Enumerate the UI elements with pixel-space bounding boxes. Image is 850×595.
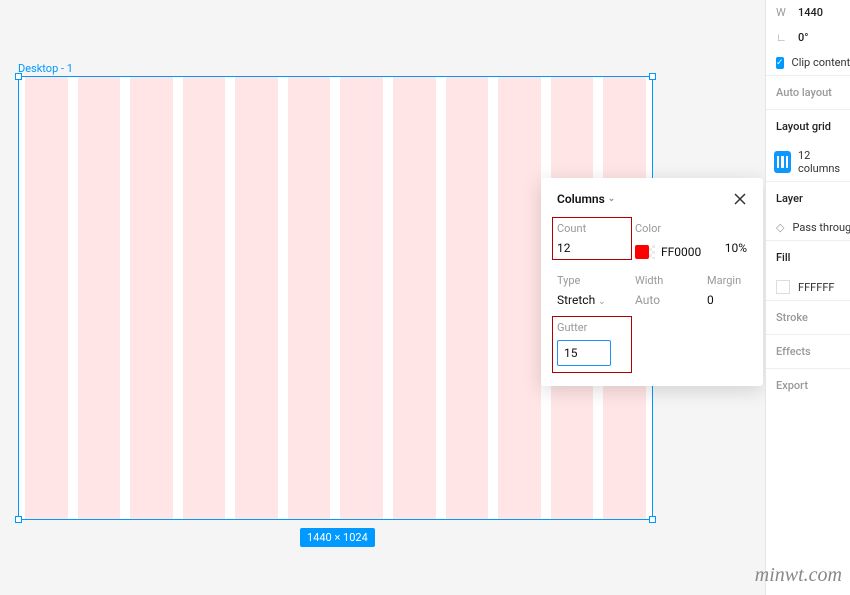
color-opacity-value: 10%	[725, 241, 747, 255]
layoutgrid-item[interactable]: 12 columns	[766, 143, 850, 181]
grid-column	[498, 77, 541, 519]
grid-column	[25, 77, 68, 519]
frame-label[interactable]: Desktop - 1	[18, 62, 73, 75]
watermark: minwt.com	[755, 564, 842, 587]
clip-content-row[interactable]: ✓ Clip content	[766, 50, 850, 75]
color-swatch	[635, 245, 649, 259]
grid-column	[446, 77, 489, 519]
resize-handle-top-left[interactable]	[15, 73, 22, 80]
opacity-checker-icon	[649, 245, 655, 259]
grid-column	[340, 77, 383, 519]
fill-hex: FFFFFF	[798, 281, 834, 294]
layoutgrid-section-title: Layout grid	[766, 109, 850, 143]
grid-column	[393, 77, 436, 519]
gutter-field-highlight: Gutter	[552, 316, 632, 373]
blend-mode-dropdown[interactable]: ◇ Pass through	[766, 215, 850, 240]
margin-input[interactable]: 0	[707, 293, 747, 307]
clip-content-checkbox[interactable]: ✓	[776, 57, 784, 69]
close-icon[interactable]	[733, 192, 747, 206]
gutter-label: Gutter	[557, 321, 627, 334]
color-label: Color	[635, 222, 747, 235]
clip-content-label: Clip content	[792, 56, 850, 69]
width-input[interactable]: 1440	[798, 6, 823, 19]
chevron-down-icon: ⌄	[608, 194, 616, 204]
count-field-highlight: Count 12	[552, 217, 632, 260]
blend-mode-value: Pass through	[792, 221, 850, 234]
gutter-input[interactable]	[557, 340, 611, 366]
angle-label-icon: ∟	[776, 31, 790, 44]
fill-section-title: Fill	[766, 240, 850, 274]
color-input[interactable]: FF0000 10%	[635, 241, 747, 260]
layoutgrid-item-label: 12 columns	[798, 149, 842, 175]
layer-section-title: Layer	[766, 181, 850, 215]
effects-section[interactable]: Effects	[766, 334, 850, 368]
width-label-icon: W	[776, 6, 790, 19]
grid-column	[183, 77, 226, 519]
autolayout-section[interactable]: Auto layout	[766, 75, 850, 109]
fill-row[interactable]: FFFFFF	[766, 274, 850, 300]
dimension-badge: 1440 × 1024	[300, 528, 375, 547]
margin-label: Margin	[707, 274, 747, 287]
grid-column	[78, 77, 121, 519]
chevron-down-icon: ⌄	[598, 297, 606, 307]
stroke-section[interactable]: Stroke	[766, 300, 850, 334]
fill-swatch	[776, 280, 790, 294]
grid-column	[130, 77, 173, 519]
grid-column	[288, 77, 331, 519]
count-label: Count	[557, 222, 627, 235]
type-dropdown[interactable]: Stretch ⌄	[557, 293, 627, 307]
angle-input[interactable]: 0°	[798, 31, 808, 44]
grid-column	[235, 77, 278, 519]
type-label: Type	[557, 274, 627, 287]
width-label: Width	[635, 274, 699, 287]
popup-title-text: Columns	[557, 192, 605, 206]
color-hex-value: FF0000	[661, 245, 701, 259]
resize-handle-bottom-left[interactable]	[15, 516, 22, 523]
resize-handle-bottom-right[interactable]	[649, 516, 656, 523]
popup-title-dropdown[interactable]: Columns ⌄	[557, 192, 615, 206]
resize-handle-top-right[interactable]	[649, 73, 656, 80]
layout-grid-popup: Columns ⌄ Count 12 Color FF0000 10% Type…	[541, 178, 763, 386]
export-section[interactable]: Export	[766, 368, 850, 402]
columns-grid-icon	[774, 151, 791, 173]
width-value: Auto	[635, 293, 699, 307]
count-input[interactable]: 12	[557, 241, 627, 255]
properties-panel: W 1440 ∟ 0° ✓ Clip content Auto layout L…	[765, 0, 850, 595]
